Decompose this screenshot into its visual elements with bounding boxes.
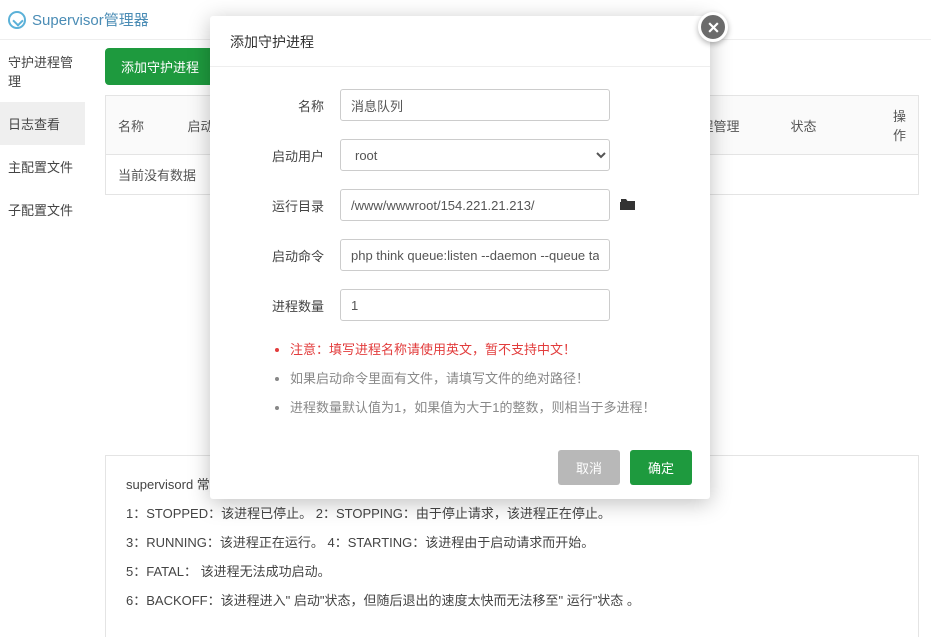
dir-input[interactable] — [340, 189, 610, 221]
confirm-button[interactable]: 确定 — [630, 450, 692, 485]
cmd-input[interactable] — [340, 239, 610, 271]
count-input[interactable] — [340, 289, 610, 321]
folder-icon — [620, 197, 636, 211]
label-count: 进程数量 — [240, 296, 340, 315]
name-input[interactable] — [340, 89, 610, 121]
add-process-modal: 添加守护进程 名称 启动用户 root 运行目录 启动命令 进程数量 — [210, 16, 710, 499]
label-user: 启动用户 — [240, 146, 340, 165]
close-icon — [707, 21, 720, 34]
modal-notes: 注意：填写进程名称请使用英文，暂不支持中文！ 如果启动命令里面有文件，请填写文件… — [240, 339, 680, 416]
modal-footer: 取消 确定 — [210, 438, 710, 499]
modal-close-button[interactable] — [698, 12, 728, 42]
label-cmd: 启动命令 — [240, 246, 340, 265]
note-warning: 注意：填写进程名称请使用英文，暂不支持中文！ — [290, 339, 680, 358]
help-line: 6：BACKOFF：该进程进入" 启动"状态，但随后退出的速度太快而无法移至" … — [126, 590, 898, 609]
user-select[interactable]: root — [340, 139, 610, 171]
modal-header: 添加守护进程 — [210, 16, 710, 67]
help-line: 5：FATAL： 该进程无法成功启动。 — [126, 561, 898, 580]
modal-body: 名称 启动用户 root 运行目录 启动命令 进程数量 注意：填写进程名称请使用… — [210, 67, 710, 438]
note-item: 进程数量默认值为1，如果值为大于1的整数，则相当于多进程！ — [290, 397, 680, 416]
cancel-button[interactable]: 取消 — [558, 450, 620, 485]
label-name: 名称 — [240, 96, 340, 115]
note-item: 如果启动命令里面有文件，请填写文件的绝对路径！ — [290, 368, 680, 387]
modal-title: 添加守护进程 — [230, 34, 314, 50]
label-dir: 运行目录 — [240, 196, 340, 215]
folder-browse-icon[interactable] — [620, 197, 636, 214]
